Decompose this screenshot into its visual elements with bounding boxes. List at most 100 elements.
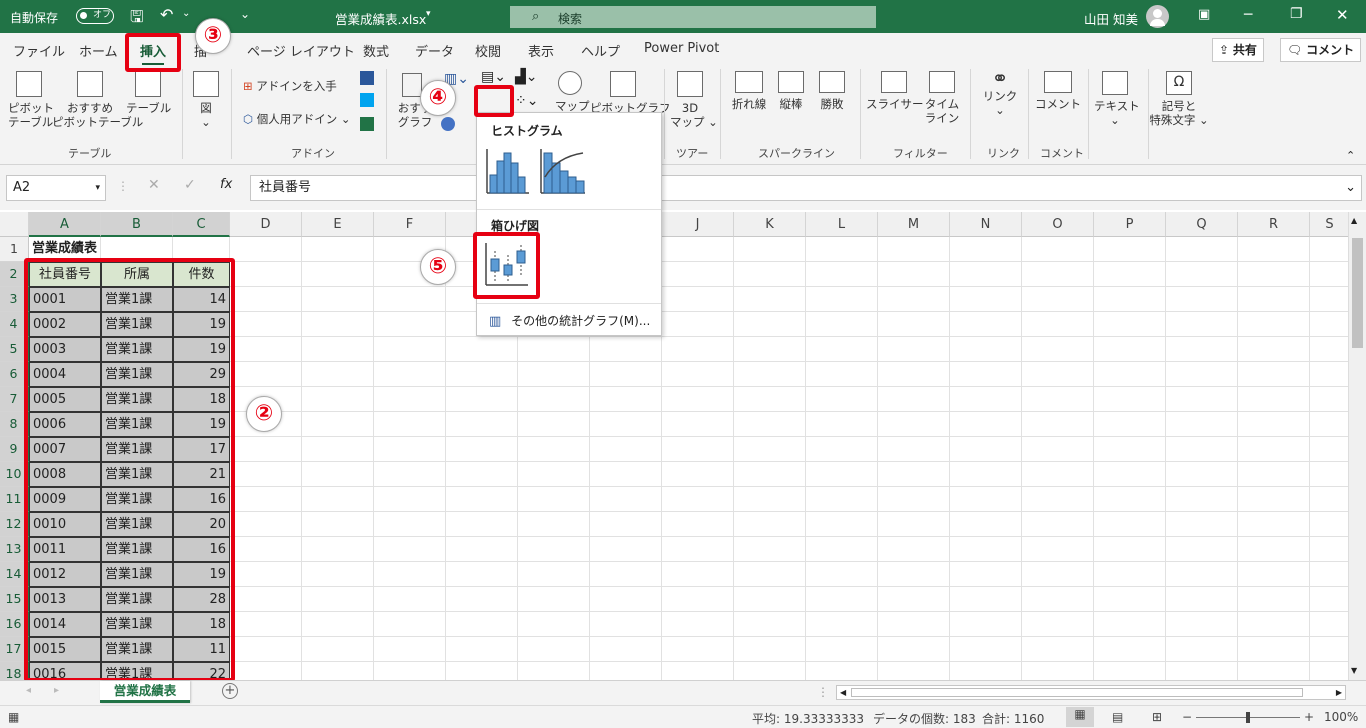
column-header-a[interactable]: A (29, 212, 101, 237)
pivot-table-button[interactable]: ピボット テーブル (8, 71, 54, 129)
sparkline-winloss-button[interactable]: 勝敗 (814, 71, 850, 111)
search-box[interactable]: ⌕ 検索 (510, 6, 876, 28)
cancel-icon[interactable]: ✕ (148, 177, 160, 193)
name-box-dropdown-icon[interactable]: ▾ (95, 176, 100, 200)
next-sheet-icon[interactable]: ▸ (54, 685, 59, 696)
tab-data[interactable]: データ (415, 41, 454, 60)
slicer-button[interactable]: スライサー (866, 71, 924, 111)
collapse-ribbon-icon[interactable]: ⌃ (1346, 149, 1355, 162)
sheet-tab-sales[interactable]: 営業成績表 (100, 681, 190, 703)
ribbon-display-icon[interactable]: ▣ (1198, 7, 1210, 22)
column-header-k[interactable]: K (734, 212, 806, 237)
vertical-scroll-thumb[interactable] (1352, 238, 1363, 348)
undo-dropdown-icon[interactable]: ⌄ (182, 8, 190, 19)
customize-qat-icon[interactable]: ⌄ (240, 7, 250, 21)
column-header-o[interactable]: O (1022, 212, 1094, 237)
share-button[interactable]: ⇪ 共有 (1212, 38, 1264, 62)
scroll-right-icon[interactable]: ▶ (1336, 686, 1342, 700)
tab-home[interactable]: ホーム (79, 41, 118, 60)
column-header-p[interactable]: P (1094, 212, 1166, 237)
personal-addins-button[interactable]: ⬡ 個人用アドイン ⌄ (243, 112, 351, 126)
tab-formulas[interactable]: 数式 (363, 41, 389, 60)
scroll-down-icon[interactable]: ▼ (1351, 666, 1357, 675)
pie-chart-icon[interactable] (441, 117, 455, 131)
select-all-corner[interactable] (0, 212, 29, 237)
insert-comment-button[interactable]: コメント (1034, 71, 1082, 111)
column-header-c[interactable]: C (173, 212, 230, 237)
formula-input[interactable]: 社員番号 ⌄ (250, 175, 1362, 201)
recommended-pivot-button[interactable]: おすすめ ピボットテーブル (52, 71, 143, 129)
user-avatar[interactable] (1146, 5, 1169, 28)
column-header-j[interactable]: J (662, 212, 734, 237)
horizontal-scroll-thumb[interactable] (851, 688, 1303, 697)
column-header-l[interactable]: L (806, 212, 878, 237)
tab-page-layout[interactable]: ページ レイアウト (247, 41, 355, 60)
sparkline-column-button[interactable]: 縦棒 (773, 71, 809, 111)
tab-file[interactable]: ファイル (13, 41, 65, 60)
link-button[interactable]: ⚭ リンク ⌄ (980, 68, 1020, 117)
column-header-r[interactable]: R (1238, 212, 1310, 237)
column-header-e[interactable]: E (302, 212, 374, 237)
pivot-chart-button[interactable]: ピボットグラフ (590, 71, 671, 115)
normal-view-icon[interactable]: ▦ (1066, 707, 1094, 727)
tab-view[interactable]: 表示 (528, 41, 554, 60)
column-header-f[interactable]: F (374, 212, 446, 237)
column-header-b[interactable]: B (101, 212, 173, 237)
3d-map-button[interactable]: 3D マップ ⌄ (670, 71, 718, 129)
insert-function-icon[interactable]: fx (220, 177, 232, 192)
timeline-button[interactable]: タイム ライン (924, 71, 960, 125)
column-header-m[interactable]: M (878, 212, 950, 237)
add-sheet-icon[interactable]: + (222, 683, 238, 699)
comment-button[interactable]: 🗨 コメント (1280, 38, 1362, 62)
pareto-chart-icon[interactable] (539, 147, 587, 195)
hierarchy-chart-icon[interactable]: ▤⌄ (481, 69, 506, 85)
scroll-up-icon[interactable]: ▲ (1351, 216, 1357, 225)
enter-icon[interactable]: ✓ (184, 177, 196, 193)
autosave-toggle[interactable]: オフ (76, 8, 114, 24)
sparkline-line-button[interactable]: 折れ線 (728, 71, 770, 111)
column-header-s[interactable]: S (1310, 212, 1348, 237)
column-header-d[interactable]: D (230, 212, 302, 237)
bing-icon[interactable] (360, 93, 374, 107)
zoom-in-icon[interactable]: + (1304, 710, 1314, 724)
table-button[interactable]: テーブル (126, 71, 171, 115)
figure-button[interactable]: 図 ⌄ (190, 71, 222, 129)
gridline (1309, 237, 1310, 680)
page-layout-view-icon[interactable]: ▤ (1112, 710, 1123, 724)
column-header-q[interactable]: Q (1166, 212, 1238, 237)
file-name-dropdown-icon[interactable]: ▾ (426, 9, 431, 19)
zoom-slider-thumb[interactable] (1246, 712, 1250, 723)
tab-help[interactable]: ヘルプ (581, 41, 620, 60)
statistic-chart-dropdown: ヒストグラム 箱ひげ図 ▥ その他の統計グラフ(M)... (476, 112, 662, 336)
save-icon[interactable]: 🖫 (130, 6, 144, 33)
horizontal-scrollbar[interactable]: ◀ ▶ (836, 685, 1346, 700)
prev-sheet-icon[interactable]: ◂ (26, 685, 31, 696)
get-addins-button[interactable]: ⊞ アドインを入手 (243, 79, 337, 93)
column-header-n[interactable]: N (950, 212, 1022, 237)
name-box[interactable]: A2 ▾ (6, 175, 106, 201)
page-break-view-icon[interactable]: ⊞ (1152, 710, 1162, 724)
macro-record-icon[interactable]: ▦ (8, 710, 19, 724)
tab-review[interactable]: 校閲 (475, 41, 501, 60)
expand-formula-icon[interactable]: ⌄ (1345, 176, 1356, 200)
people-graph-icon[interactable] (360, 117, 374, 131)
undo-icon[interactable]: ↶ (160, 5, 173, 24)
more-statistic-charts-item[interactable]: ▥ その他の統計グラフ(M)... (489, 312, 650, 329)
restore-icon[interactable]: ❐ (1290, 6, 1303, 22)
visio-icon[interactable] (360, 71, 374, 85)
zoom-level[interactable]: 100% (1324, 710, 1358, 724)
scroll-left-icon[interactable]: ◀ (840, 686, 846, 700)
histogram-chart-icon[interactable] (485, 147, 531, 195)
tab-power-pivot[interactable]: Power Pivot (644, 41, 719, 56)
close-icon[interactable]: ✕ (1336, 6, 1349, 24)
waterfall-chart-icon[interactable]: ▟⌄ (515, 69, 538, 85)
winloss-sparkline-icon (819, 71, 845, 93)
scatter-chart-icon[interactable]: ⁘⌄ (515, 93, 538, 109)
text-button[interactable]: テキスト ⌄ (1094, 71, 1140, 127)
minimize-icon[interactable]: ─ (1244, 7, 1252, 23)
symbol-button[interactable]: Ω 記号と 特殊文字 ⌄ (1148, 71, 1210, 127)
slicer-icon (881, 71, 907, 93)
zoom-out-icon[interactable]: − (1182, 710, 1192, 724)
vertical-scrollbar[interactable]: ▲ ▼ (1348, 212, 1366, 680)
map-button[interactable]: マップ (555, 71, 590, 113)
